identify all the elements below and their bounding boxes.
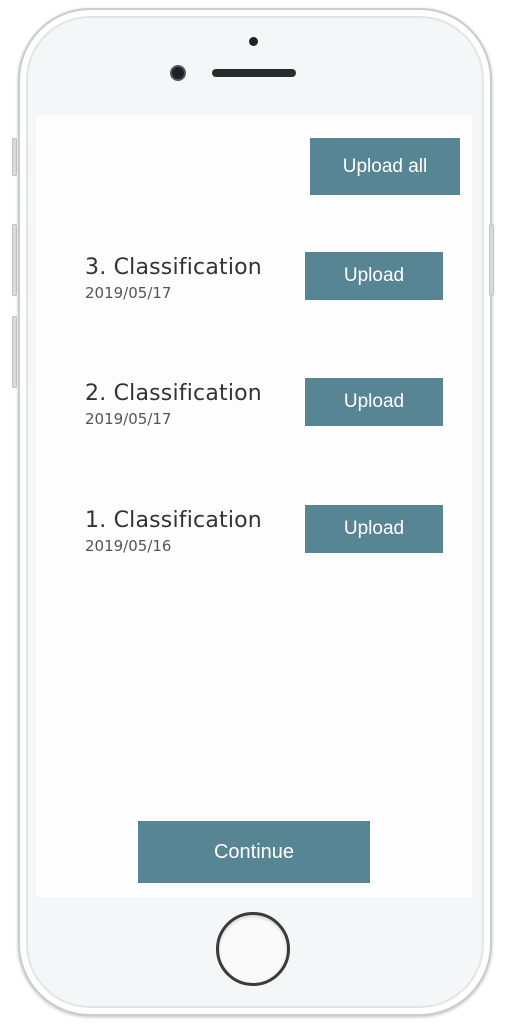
upload-button[interactable]: Upload [305, 378, 443, 426]
item-title: 2. Classification [85, 381, 262, 406]
upload-button[interactable]: Upload [305, 505, 443, 553]
item-date: 2019/05/17 [85, 410, 172, 428]
item-title: 3. Classification [85, 255, 262, 280]
upload-all-button[interactable]: Upload all [310, 138, 460, 195]
upload-button[interactable]: Upload [305, 252, 443, 300]
volume-down-button [12, 316, 17, 388]
item-title: 1. Classification [85, 508, 262, 533]
continue-button[interactable]: Continue [138, 821, 370, 883]
item-date: 2019/05/17 [85, 284, 172, 302]
earpiece-speaker [212, 69, 296, 77]
proximity-sensor [249, 37, 258, 46]
home-button[interactable] [216, 912, 290, 986]
app-screen: Upload all 3. Classification 2019/05/17 … [36, 115, 472, 897]
power-button [489, 224, 494, 296]
item-date: 2019/05/16 [85, 537, 172, 555]
front-camera-icon [170, 65, 186, 81]
volume-up-button [12, 224, 17, 296]
mute-switch [12, 138, 17, 176]
